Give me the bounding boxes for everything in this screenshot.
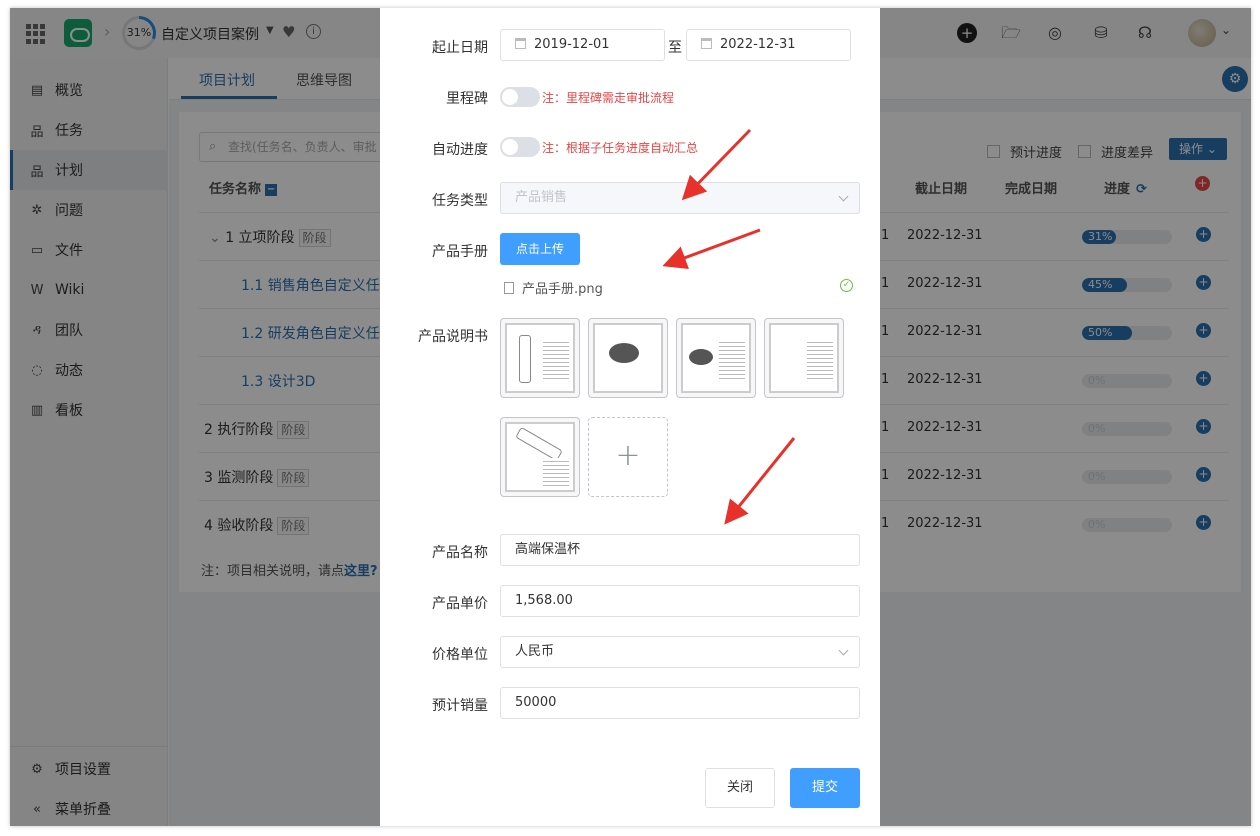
auto-progress-label: 自动进度 xyxy=(432,142,488,158)
spec-image-thumbnail[interactable] xyxy=(676,318,756,398)
estimated-sales-label: 预计销量 xyxy=(432,698,488,714)
spec-label: 产品说明书 xyxy=(418,329,488,345)
milestone-note: 注：里程碑需走审批流程 xyxy=(542,91,675,105)
product-name-input[interactable]: 高端保温杯 xyxy=(500,534,860,566)
annotation-arrow xyxy=(662,228,761,270)
add-image-button[interactable]: + xyxy=(588,417,668,497)
calendar-icon xyxy=(515,38,526,49)
unit-price-input[interactable]: 1,568.00 xyxy=(500,585,860,617)
currency-label: 价格单位 xyxy=(432,647,488,663)
spec-image-thumbnail[interactable] xyxy=(500,417,580,497)
file-name: 产品手册.png xyxy=(522,282,603,297)
start-date-input[interactable]: 2019-12-01 xyxy=(500,29,665,61)
task-type-label: 任务类型 xyxy=(432,193,488,209)
product-name-label: 产品名称 xyxy=(432,545,488,561)
task-type-select[interactable]: 产品销售 xyxy=(500,182,860,214)
app-window: › 31% 自定义项目案例 ▼ ♥ i + 🗁 ◎ ⛁ ☊ ⌄ ▤ 概览 品任务 … xyxy=(10,8,1251,826)
milestone-label: 里程碑 xyxy=(446,91,488,107)
chevron-down-icon xyxy=(838,191,849,202)
milestone-toggle[interactable] xyxy=(500,87,540,107)
success-check-icon: ✓ xyxy=(840,279,853,292)
date-separator: 至 xyxy=(668,40,682,56)
auto-progress-note: 注：根据子任务进度自动汇总 xyxy=(542,141,699,155)
submit-button[interactable]: 提交 xyxy=(790,768,860,808)
uploaded-file[interactable]: 产品手册.png xyxy=(504,278,603,297)
edit-task-dialog: 起止日期 2019-12-01 至 2022-12-31 里程碑 注：里程碑需走… xyxy=(380,8,880,826)
currency-value: 人民币 xyxy=(515,644,555,659)
start-date-value: 2019-12-01 xyxy=(534,37,610,52)
task-type-value: 产品销售 xyxy=(515,190,568,205)
manual-label: 产品手册 xyxy=(432,244,488,260)
upload-button[interactable]: 点击上传 xyxy=(500,233,580,265)
end-date-value: 2022-12-31 xyxy=(720,37,796,52)
document-icon xyxy=(504,282,514,294)
unit-price-label: 产品单价 xyxy=(432,596,488,612)
end-date-input[interactable]: 2022-12-31 xyxy=(686,29,851,61)
currency-select[interactable]: 人民币 xyxy=(500,636,860,668)
spec-image-thumbnail[interactable] xyxy=(588,318,668,398)
annotation-arrow xyxy=(724,437,796,525)
date-range-label: 起止日期 xyxy=(432,40,488,56)
chevron-down-icon xyxy=(838,645,849,656)
close-button[interactable]: 关闭 xyxy=(705,768,775,808)
calendar-icon xyxy=(701,38,712,49)
spec-image-thumbnail[interactable] xyxy=(500,318,580,398)
spec-image-thumbnail[interactable] xyxy=(764,318,844,398)
auto-progress-toggle[interactable] xyxy=(500,137,540,157)
estimated-sales-input[interactable]: 50000 xyxy=(500,687,860,719)
